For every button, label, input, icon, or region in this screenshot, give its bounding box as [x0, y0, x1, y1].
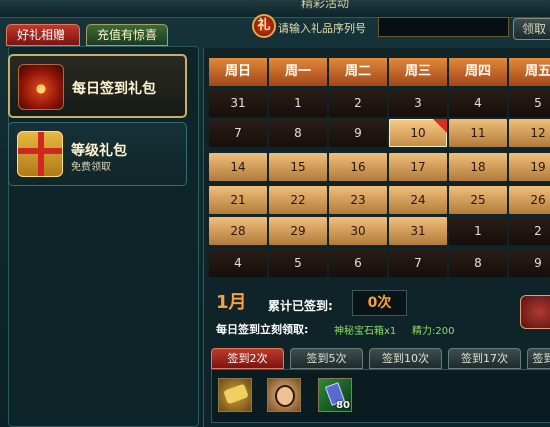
- calendar-day[interactable]: 22: [269, 186, 327, 214]
- lucky-bag-icon: ●: [18, 64, 64, 110]
- calendar-day[interactable]: 15: [269, 153, 327, 181]
- window-title: 精彩活动: [300, 0, 349, 10]
- card-level-pack[interactable]: 等级礼包 免费领取: [8, 122, 187, 186]
- calendar-day[interactable]: 5: [509, 89, 550, 117]
- golden-token-icon[interactable]: [218, 378, 252, 412]
- gift-icon: 礼: [252, 14, 276, 38]
- weekday-header: 周五: [509, 58, 550, 86]
- calendar-day[interactable]: 6: [329, 249, 387, 277]
- calendar-day[interactable]: 23: [329, 186, 387, 214]
- card-title: 等级礼包: [71, 143, 127, 159]
- calendar-day[interactable]: 2: [509, 217, 550, 245]
- daily-reward-item: 神秘宝石箱x1: [334, 326, 397, 337]
- tab-sign-10[interactable]: 签到10次: [369, 348, 442, 369]
- calendar-day[interactable]: 3: [389, 89, 447, 117]
- today-tag-icon: [433, 119, 447, 133]
- calendar-day[interactable]: 17: [389, 153, 447, 181]
- calendar-day[interactable]: 12: [509, 119, 550, 147]
- calendar-day[interactable]: 26: [509, 186, 550, 214]
- calendar-day[interactable]: 1: [269, 89, 327, 117]
- card-daily-sign-in-pack[interactable]: ● 每日签到礼包: [8, 54, 187, 118]
- weekday-header: 周一: [269, 58, 327, 86]
- tab-recharge-surprise[interactable]: 充值有惊喜: [86, 24, 168, 46]
- calendar-day[interactable]: 21: [209, 186, 267, 214]
- gift-box-icon: [17, 131, 63, 177]
- event-window: 精彩活动 好礼相赠 充值有惊喜 礼 请输入礼品序列号 领取 ● 每日签到礼包 等…: [0, 0, 550, 427]
- signed-count-label: 累计已签到:: [268, 299, 333, 313]
- calendar-day[interactable]: 2: [329, 89, 387, 117]
- calendar-day[interactable]: 29: [269, 217, 327, 245]
- calendar-day[interactable]: 16: [329, 153, 387, 181]
- daily-reward-energy: 精力:200: [412, 326, 455, 337]
- gift-code-input[interactable]: [378, 17, 509, 37]
- calendar-day[interactable]: 7: [209, 119, 267, 147]
- daily-reward-label: 每日签到立刻领取:: [216, 323, 309, 336]
- tab-sign-5[interactable]: 签到5次: [290, 348, 363, 369]
- calendar-day[interactable]: 31: [209, 89, 267, 117]
- weekday-header: 周日: [209, 58, 267, 86]
- gift-code-label: 请输入礼品序列号: [278, 22, 366, 35]
- calendar-day[interactable]: 9: [509, 249, 550, 277]
- character-portrait-icon[interactable]: [267, 378, 301, 412]
- calendar-day[interactable]: 19: [509, 153, 550, 181]
- signed-count-value: 0次: [352, 290, 407, 316]
- calendar-day[interactable]: 18: [449, 153, 507, 181]
- sign-in-button[interactable]: [520, 295, 550, 329]
- card-subtitle: 免费领取: [71, 162, 111, 173]
- weekday-header: 周二: [329, 58, 387, 86]
- calendar-day[interactable]: 1: [449, 217, 507, 245]
- calendar-day[interactable]: 7: [389, 249, 447, 277]
- weekday-header: 周四: [449, 58, 507, 86]
- calendar-day[interactable]: 30: [329, 217, 387, 245]
- month-label: 1月: [216, 292, 247, 313]
- tab-sign-17[interactable]: 签到17次: [448, 348, 521, 369]
- calendar-day[interactable]: 4: [209, 249, 267, 277]
- title-bar: 精彩活动: [0, 0, 550, 18]
- calendar-day[interactable]: 31: [389, 217, 447, 245]
- calendar-day-today[interactable]: 10: [389, 119, 447, 147]
- item-count: 80: [336, 400, 350, 411]
- tab-good-gifts[interactable]: 好礼相赠: [6, 24, 80, 46]
- calendar-day[interactable]: 28: [209, 217, 267, 245]
- calendar-day[interactable]: 8: [449, 249, 507, 277]
- claim-button[interactable]: 领取: [513, 18, 550, 40]
- reward-items-strip: [211, 369, 550, 423]
- calendar-day[interactable]: 14: [209, 153, 267, 181]
- calendar-day[interactable]: 24: [389, 186, 447, 214]
- weekday-header: 周三: [389, 58, 447, 86]
- card-title: 每日签到礼包: [72, 81, 156, 97]
- calendar-day[interactable]: 25: [449, 186, 507, 214]
- tab-sign-2[interactable]: 签到2次: [211, 348, 284, 369]
- calendar-day[interactable]: 9: [329, 119, 387, 147]
- calendar-day[interactable]: 11: [449, 119, 507, 147]
- calendar-day[interactable]: 4: [449, 89, 507, 117]
- calendar-day[interactable]: 5: [269, 249, 327, 277]
- tab-sign-more[interactable]: 签到2: [527, 348, 550, 369]
- blue-book-icon[interactable]: 80: [318, 378, 352, 412]
- calendar-day[interactable]: 8: [269, 119, 327, 147]
